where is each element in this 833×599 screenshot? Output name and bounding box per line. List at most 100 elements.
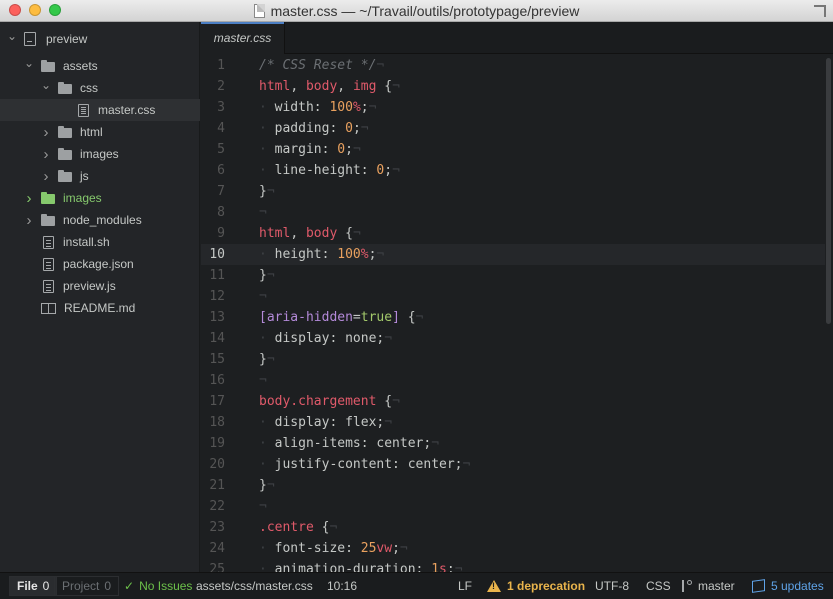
tree-item[interactable]: › node_modules (0, 209, 200, 231)
chevron-down-icon[interactable]: ⌄ (6, 30, 18, 42)
code-line[interactable]: 22 ¬ (201, 496, 825, 517)
code-line[interactable]: 6 · line-height: 0;¬ (201, 160, 825, 181)
line-number: 18 (209, 415, 225, 430)
tree-item[interactable]: › images (0, 187, 200, 209)
line-number: 12 (209, 289, 225, 304)
code-line[interactable]: 10 · height: 100%;¬ (201, 244, 825, 265)
code-line[interactable]: 23 .centre {¬ (201, 517, 825, 538)
code-line[interactable]: 19 · align-items: center;¬ (201, 433, 825, 454)
code-token: true (360, 310, 393, 325)
tree-item-label: install.sh (63, 235, 110, 249)
tree-item[interactable]: ⌄ css (0, 77, 200, 99)
code-content: · height: 100%;¬ (259, 244, 384, 265)
tree-item[interactable]: › js (0, 165, 200, 187)
code-line[interactable]: 4 · padding: 0;¬ (201, 118, 825, 139)
code-token: } (259, 184, 267, 199)
code-line[interactable]: 7}¬ (201, 181, 825, 202)
tree-item[interactable]: README.md (0, 297, 200, 319)
code-token: ; (392, 541, 400, 556)
package-icon (752, 579, 765, 593)
folder-icon (58, 170, 72, 182)
editor-scrollbar[interactable] (826, 58, 831, 324)
code-line[interactable]: 14 · display: none;¬ (201, 328, 825, 349)
code-line[interactable]: 11}¬ (201, 265, 825, 286)
code-line[interactable]: 1 /* CSS Reset */¬ (201, 55, 825, 76)
tree-item[interactable]: ⌄ assets (0, 55, 200, 77)
tree-item[interactable]: ⌄ preview (0, 28, 200, 50)
tree-item[interactable]: › images (0, 143, 200, 165)
code-line[interactable]: 12 ¬ (201, 286, 825, 307)
file-path[interactable]: assets/css/master.css (196, 573, 313, 599)
status-bar: File 0 Project 0 ✓ No Issues assets/css/… (0, 572, 833, 599)
code-token: ¬ (392, 394, 400, 409)
code-line[interactable]: 24 · font-size: 25vw;¬ (201, 538, 825, 559)
grammar[interactable]: CSS (646, 573, 671, 599)
minimize-window-button[interactable] (29, 4, 41, 16)
code-token: 100 (329, 100, 353, 115)
code-token: { (399, 310, 416, 325)
code-line[interactable]: 18 · display: flex;¬ (201, 412, 825, 433)
tree-item[interactable]: install.sh (0, 231, 200, 253)
tree-item-label: node_modules (63, 213, 142, 227)
tree-item[interactable]: preview.js (0, 275, 200, 297)
file-text-icon (78, 103, 89, 117)
code-token: ; (352, 121, 361, 136)
code-token: /* CSS Reset */ (259, 58, 377, 73)
tree-item[interactable]: master.css (0, 99, 200, 121)
zoom-window-button[interactable] (49, 4, 61, 16)
code-line[interactable]: 17 body.chargement {¬ (201, 391, 825, 412)
code-token: , (337, 79, 353, 94)
book-icon (41, 302, 56, 314)
code-token: margin: (266, 142, 338, 157)
code-line[interactable]: 9 html, body {¬ (201, 223, 825, 244)
code-editor[interactable]: 1/* CSS Reset */¬ 2 html, body, img {¬ 3 · w… (201, 54, 833, 572)
code-token: 25 (360, 541, 377, 556)
line-number: 9 (217, 226, 225, 241)
linter-status[interactable]: ✓ No Issues (124, 573, 192, 599)
line-ending[interactable]: LF (458, 573, 472, 599)
git-branch[interactable]: master (680, 573, 735, 599)
line-number: 23 (209, 520, 225, 535)
code-line[interactable]: 3 · width: 100%;¬ (201, 97, 825, 118)
tree-item[interactable]: › html (0, 121, 200, 143)
chevron-down-icon[interactable]: ⌄ (40, 79, 52, 91)
tree-item-label: master.css (98, 103, 156, 117)
code-token: % (360, 247, 369, 262)
code-line[interactable]: 20 · justify-content: center;¬ (201, 454, 825, 475)
code-line[interactable]: 21}¬ (201, 475, 825, 496)
chevron-right-icon[interactable]: › (40, 146, 52, 163)
cursor-position[interactable]: 10:16 (327, 573, 357, 599)
fullscreen-icon[interactable] (813, 4, 826, 17)
git-branch-text: master (698, 579, 735, 593)
line-number: 8 (217, 205, 225, 220)
chevron-down-icon[interactable]: ⌄ (23, 57, 35, 69)
code-line[interactable]: 13 [aria-hidden=true] {¬ (201, 307, 825, 328)
file-issues-tab[interactable]: File 0 (9, 576, 58, 596)
code-line[interactable]: 15}¬ (201, 349, 825, 370)
code-token: display: none; (266, 331, 385, 346)
code-line[interactable]: 25 · animation-duration: 1s;¬ (201, 559, 825, 572)
folder-icon (41, 192, 55, 204)
encoding[interactable]: UTF-8 (595, 573, 629, 599)
code-line[interactable]: 2 html, body, img {¬ (201, 76, 825, 97)
chevron-right-icon[interactable]: › (23, 190, 35, 207)
line-number: 16 (209, 373, 225, 388)
package-updates[interactable]: 5 updates (752, 573, 824, 599)
deprecation-status[interactable]: 1 deprecation (487, 573, 585, 599)
code-line[interactable]: 8 ¬ (201, 202, 825, 223)
tree-item[interactable]: package.json (0, 253, 200, 275)
code-line[interactable]: 5 · margin: 0;¬ (201, 139, 825, 160)
project-issues-tab[interactable]: Project 0 (54, 576, 120, 596)
line-number: 21 (209, 478, 225, 493)
chevron-right-icon[interactable]: › (40, 124, 52, 141)
chevron-right-icon[interactable]: › (23, 212, 35, 229)
code-token: ¬ (266, 184, 275, 199)
code-content: · justify-content: center;¬ (259, 454, 470, 475)
code-line[interactable]: 16 ¬ (201, 370, 825, 391)
line-number: 15 (209, 352, 225, 367)
code-content: html, body {¬ (259, 223, 361, 244)
chevron-right-icon[interactable]: › (40, 168, 52, 185)
code-token: ¬ (266, 352, 275, 367)
close-window-button[interactable] (9, 4, 21, 16)
tab-master-css[interactable]: master.css (201, 22, 285, 54)
